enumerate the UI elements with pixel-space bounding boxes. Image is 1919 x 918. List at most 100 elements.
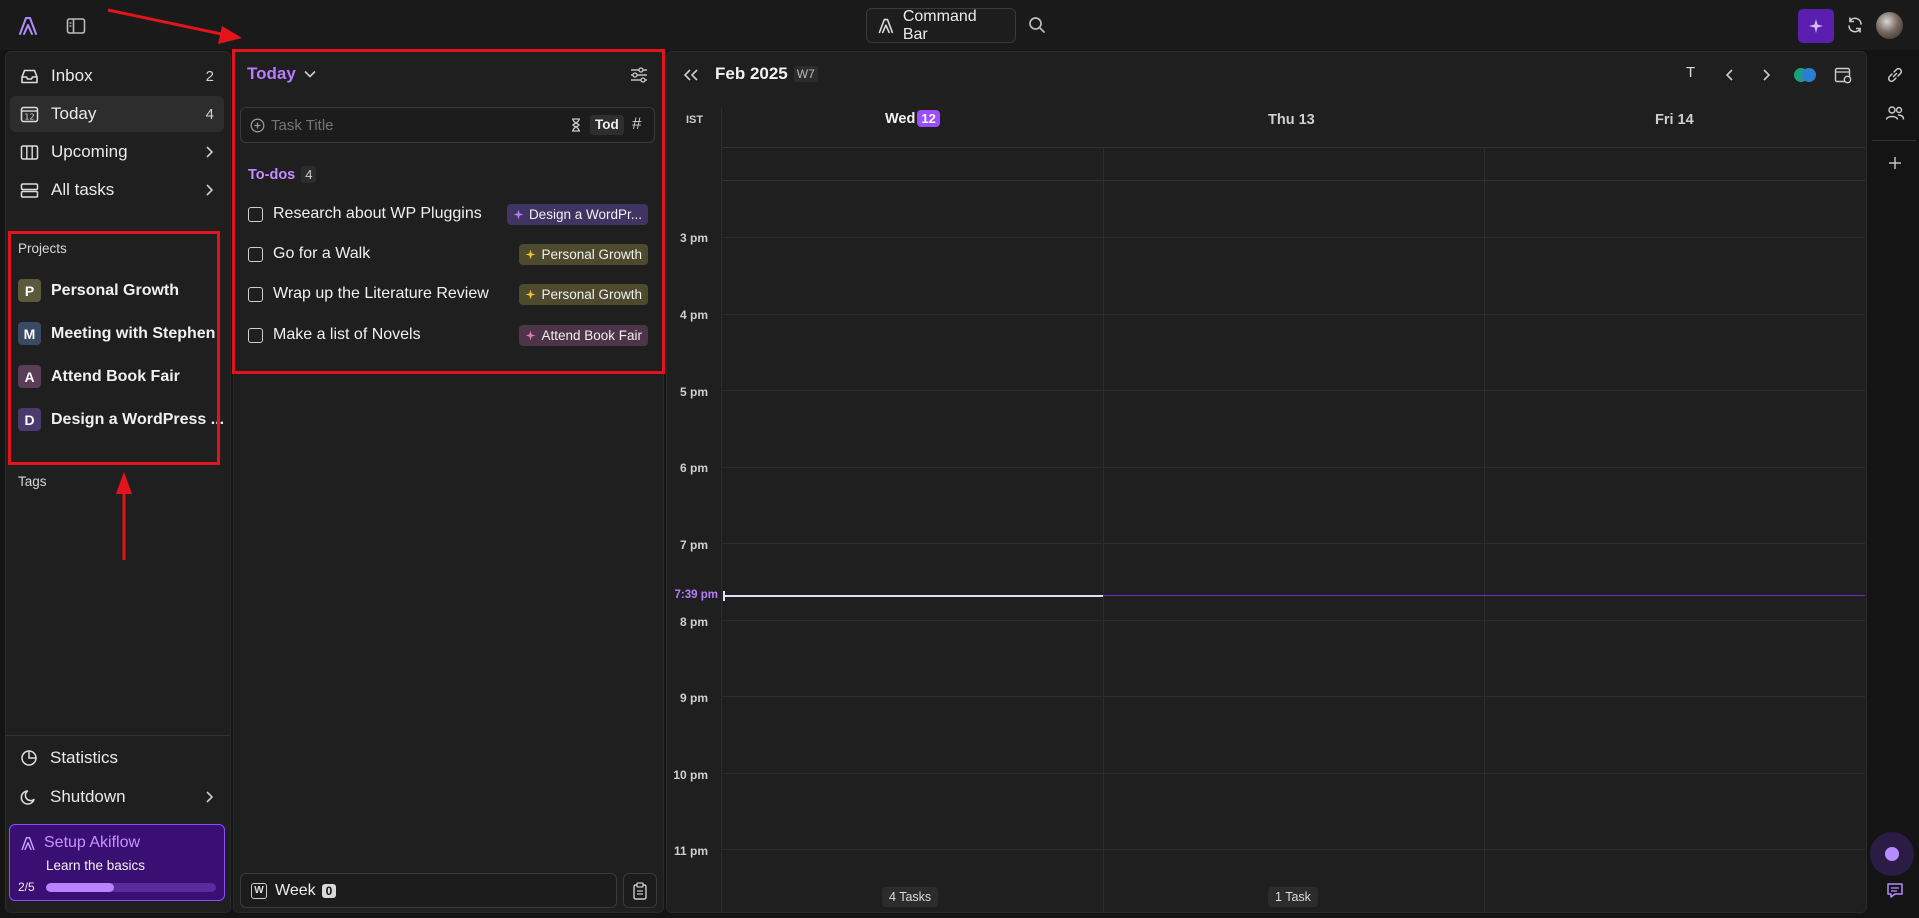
people-icon[interactable]	[1884, 102, 1906, 124]
hour-label: 3 pm	[679, 231, 708, 245]
task-project-tag[interactable]: Personal Growth	[519, 283, 648, 305]
command-bar-button[interactable]: Command Bar	[866, 8, 1016, 43]
day-task-count-wed[interactable]: 4 Tasks	[882, 887, 939, 907]
clipboard-button[interactable]	[623, 873, 657, 908]
sync-icon[interactable]	[1844, 14, 1866, 36]
hour-line	[722, 543, 1865, 544]
inbox-icon	[21, 69, 38, 83]
hourglass-icon[interactable]	[570, 118, 582, 132]
day-task-count-thu[interactable]: 1 Task	[1268, 887, 1318, 907]
week-number-badge: W7	[793, 66, 818, 82]
sidebar-item-shutdown[interactable]: Shutdown	[10, 779, 224, 815]
today-shortcut-button[interactable]: T	[1686, 64, 1695, 81]
orb-icon	[1885, 847, 1899, 861]
today-date-badge: 12	[917, 110, 940, 127]
project-meeting-with-stephen[interactable]: M Meeting with Stephen	[18, 322, 215, 345]
timezone-label: IST	[686, 114, 704, 126]
task-row[interactable]: Wrap up the Literature Review Personal G…	[248, 279, 648, 309]
sparkle-icon	[526, 289, 536, 299]
sidebar-item-upcoming[interactable]: Upcoming	[10, 134, 224, 170]
today-title-dropdown[interactable]: Today	[247, 64, 317, 84]
chat-icon[interactable]	[1884, 879, 1906, 901]
command-bar-logo-icon	[878, 18, 894, 33]
task-tag-label: Design a WordPr...	[528, 206, 642, 222]
top-bar: Command Bar	[0, 0, 1919, 50]
task-checkbox[interactable]	[248, 286, 263, 302]
sparkle-icon	[1809, 19, 1823, 33]
sparkle-icon	[526, 249, 536, 259]
project-attend-book-fair[interactable]: A Attend Book Fair	[18, 365, 180, 388]
sparkle-icon	[526, 330, 536, 340]
day-label: Wed	[885, 110, 916, 127]
task-row[interactable]: Research about WP Pluggins Design a Word…	[248, 199, 648, 229]
current-time-label: 7:39 pm	[674, 589, 718, 601]
task-row[interactable]: Go for a Walk Personal Growth	[248, 239, 648, 269]
clipboard-icon	[633, 881, 647, 900]
setup-title: Setup Akiflow	[44, 834, 141, 851]
user-avatar[interactable]	[1876, 12, 1903, 39]
hashtag-icon[interactable]: #	[632, 114, 641, 134]
setup-akiflow-card[interactable]: Setup Akiflow Learn the basics 2/5	[9, 824, 225, 901]
rail-divider	[1872, 140, 1916, 141]
calendar-today-icon: 12	[20, 106, 39, 123]
task-tag-label: Personal Growth	[541, 246, 642, 262]
today-date-chip[interactable]: Tod	[590, 115, 624, 135]
task-project-tag[interactable]: Design a WordPr...	[506, 203, 648, 225]
task-project-tag[interactable]: Personal Growth	[519, 243, 648, 265]
akiflow-logo-icon[interactable]	[16, 14, 40, 38]
day-header-thu[interactable]: Thu 13	[1268, 112, 1315, 128]
sidebar-item-label: Statistics	[50, 748, 119, 767]
calendar-month-title: Feb 2025	[715, 64, 788, 83]
task-title-input[interactable]	[271, 114, 491, 136]
setup-progress-text: 2/5	[18, 880, 35, 894]
project-design-wordpress[interactable]: D Design a WordPress ...	[18, 408, 224, 431]
hour-line	[722, 314, 1865, 315]
sidebar-item-label: Upcoming	[51, 142, 128, 161]
search-icon[interactable]	[1026, 14, 1048, 36]
all-day-divider	[722, 180, 1865, 181]
filter-settings-icon[interactable]	[628, 64, 650, 86]
prev-week-icon[interactable]	[1720, 64, 1740, 86]
week-view-button[interactable]: W Week 0	[240, 873, 617, 908]
task-checkbox[interactable]	[248, 246, 263, 262]
pie-chart-icon	[21, 750, 37, 766]
ai-assistant-button[interactable]	[1798, 9, 1834, 43]
add-icon[interactable]	[1884, 152, 1906, 174]
sidebar-item-label: Shutdown	[50, 787, 126, 806]
project-badge: M	[18, 322, 41, 345]
toggle-sidebar-icon[interactable]	[64, 14, 88, 38]
sidebar-item-inbox[interactable]: Inbox 2	[10, 58, 224, 94]
task-title-input-box[interactable]: Tod #	[240, 107, 655, 143]
task-tag-label: Personal Growth	[541, 286, 642, 302]
project-personal-growth[interactable]: P Personal Growth	[18, 279, 179, 302]
grid-line	[1484, 148, 1485, 912]
today-panel-title: Today	[247, 64, 296, 83]
task-checkbox[interactable]	[248, 327, 263, 343]
sidebar-item-label: Today	[51, 104, 97, 123]
task-project-tag[interactable]: Attend Book Fair	[519, 324, 648, 346]
sidebar-item-all-tasks[interactable]: All tasks	[10, 172, 224, 208]
current-time-marker	[723, 591, 725, 601]
setup-progress-fill	[46, 883, 114, 892]
week-label: Week	[275, 881, 316, 899]
link-icon[interactable]	[1884, 64, 1906, 86]
task-row[interactable]: Make a list of Novels Attend Book Fair	[248, 320, 648, 350]
calendar-sync-toggle[interactable]	[1792, 67, 1818, 83]
task-checkbox[interactable]	[248, 206, 263, 222]
sidebar-item-today[interactable]: 12 Today 4	[10, 96, 224, 132]
all-day-divider	[722, 147, 1865, 148]
hour-line	[722, 620, 1865, 621]
project-badge: P	[18, 279, 41, 302]
add-circle-icon	[250, 118, 265, 133]
sidebar-item-statistics[interactable]: Statistics	[10, 740, 224, 776]
hour-line	[722, 696, 1865, 697]
day-header-wed[interactable]: Wed 12	[885, 110, 940, 127]
chevron-right-icon	[206, 791, 214, 803]
calendar-settings-icon[interactable]	[1832, 64, 1854, 86]
next-week-icon[interactable]	[1756, 64, 1776, 86]
day-header-fri[interactable]: Fri 14	[1655, 112, 1694, 128]
project-name: Design a WordPress ...	[51, 410, 225, 428]
assistant-orb-button[interactable]	[1870, 832, 1914, 876]
hour-label: 11 pm	[673, 844, 708, 858]
collapse-double-chevron-icon[interactable]	[680, 64, 702, 86]
